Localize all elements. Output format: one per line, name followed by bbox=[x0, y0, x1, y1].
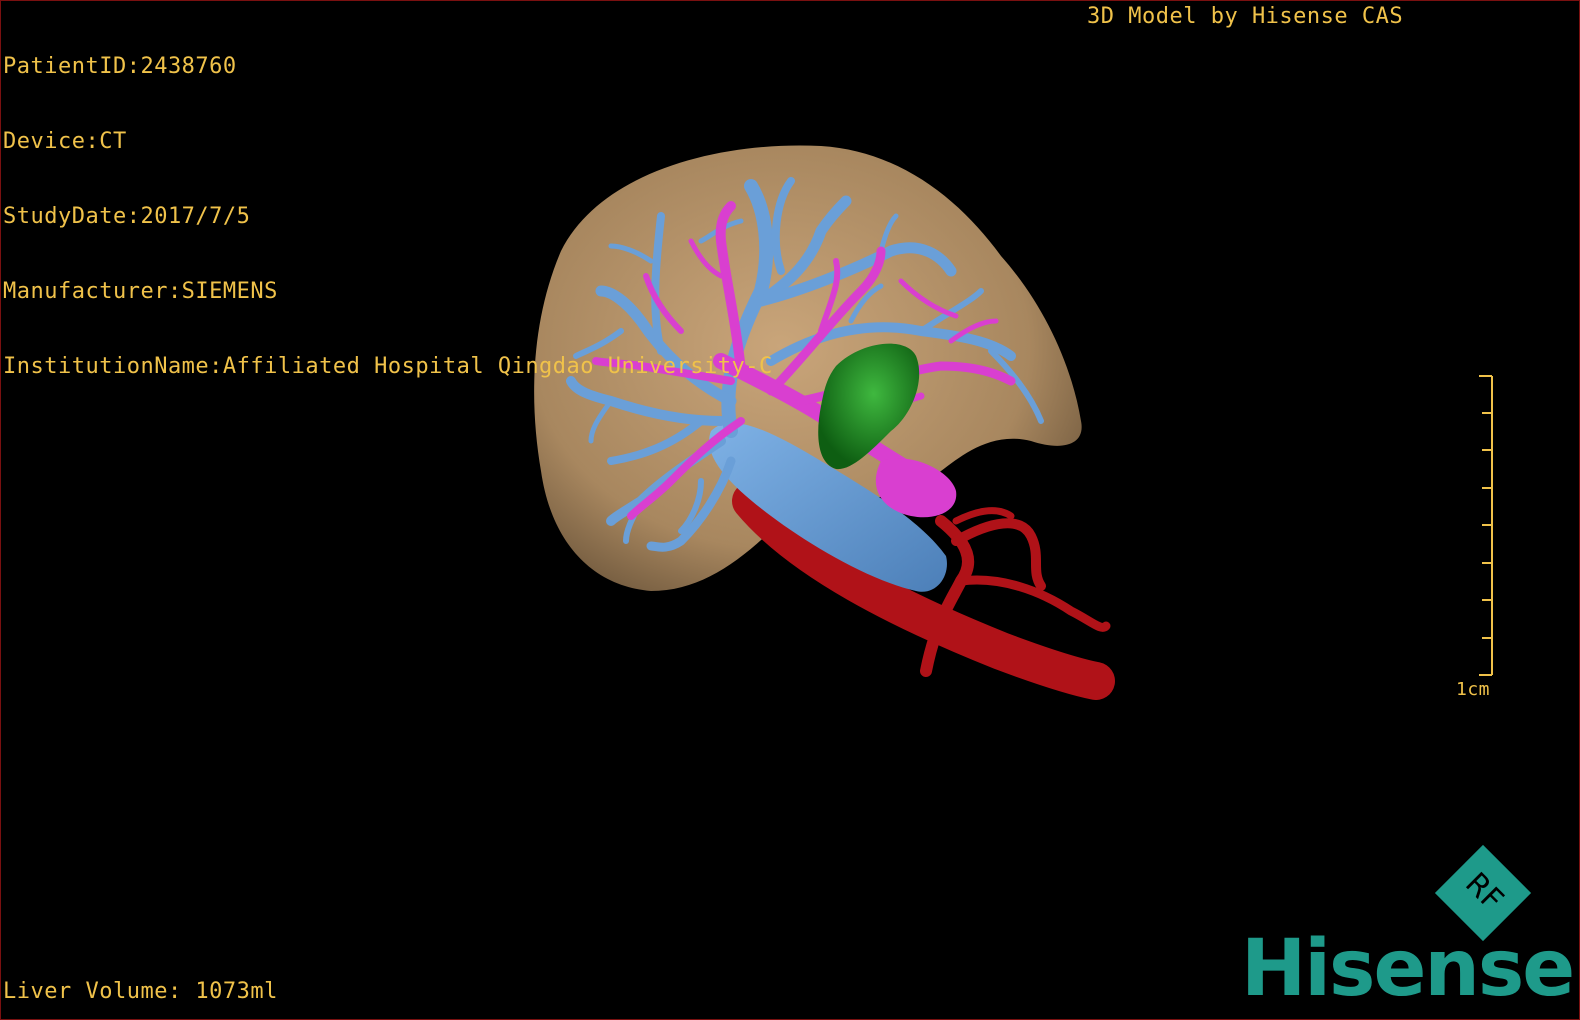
liver-volume: Liver Volume: 1073ml bbox=[3, 979, 278, 1004]
patient-id: PatientID:2438760 bbox=[3, 54, 237, 79]
device: Device:CT bbox=[3, 129, 127, 154]
scale-bar bbox=[1479, 375, 1493, 676]
model-credit: 3D Model by Hisense CAS bbox=[1087, 4, 1404, 29]
institution-name: InstitutionName:Affiliated Hospital Qing… bbox=[3, 354, 773, 379]
manufacturer: Manufacturer:SIEMENS bbox=[3, 279, 278, 304]
3d-viewport[interactable]: PatientID:2438760 Device:CT StudyDate:20… bbox=[0, 0, 1580, 1020]
hisense-logo: Hisense bbox=[1241, 924, 1575, 1014]
patient-info-overlay: PatientID:2438760 Device:CT StudyDate:20… bbox=[3, 4, 773, 429]
study-date: StudyDate:2017/7/5 bbox=[3, 204, 251, 229]
scale-label: 1cm bbox=[1456, 679, 1491, 700]
